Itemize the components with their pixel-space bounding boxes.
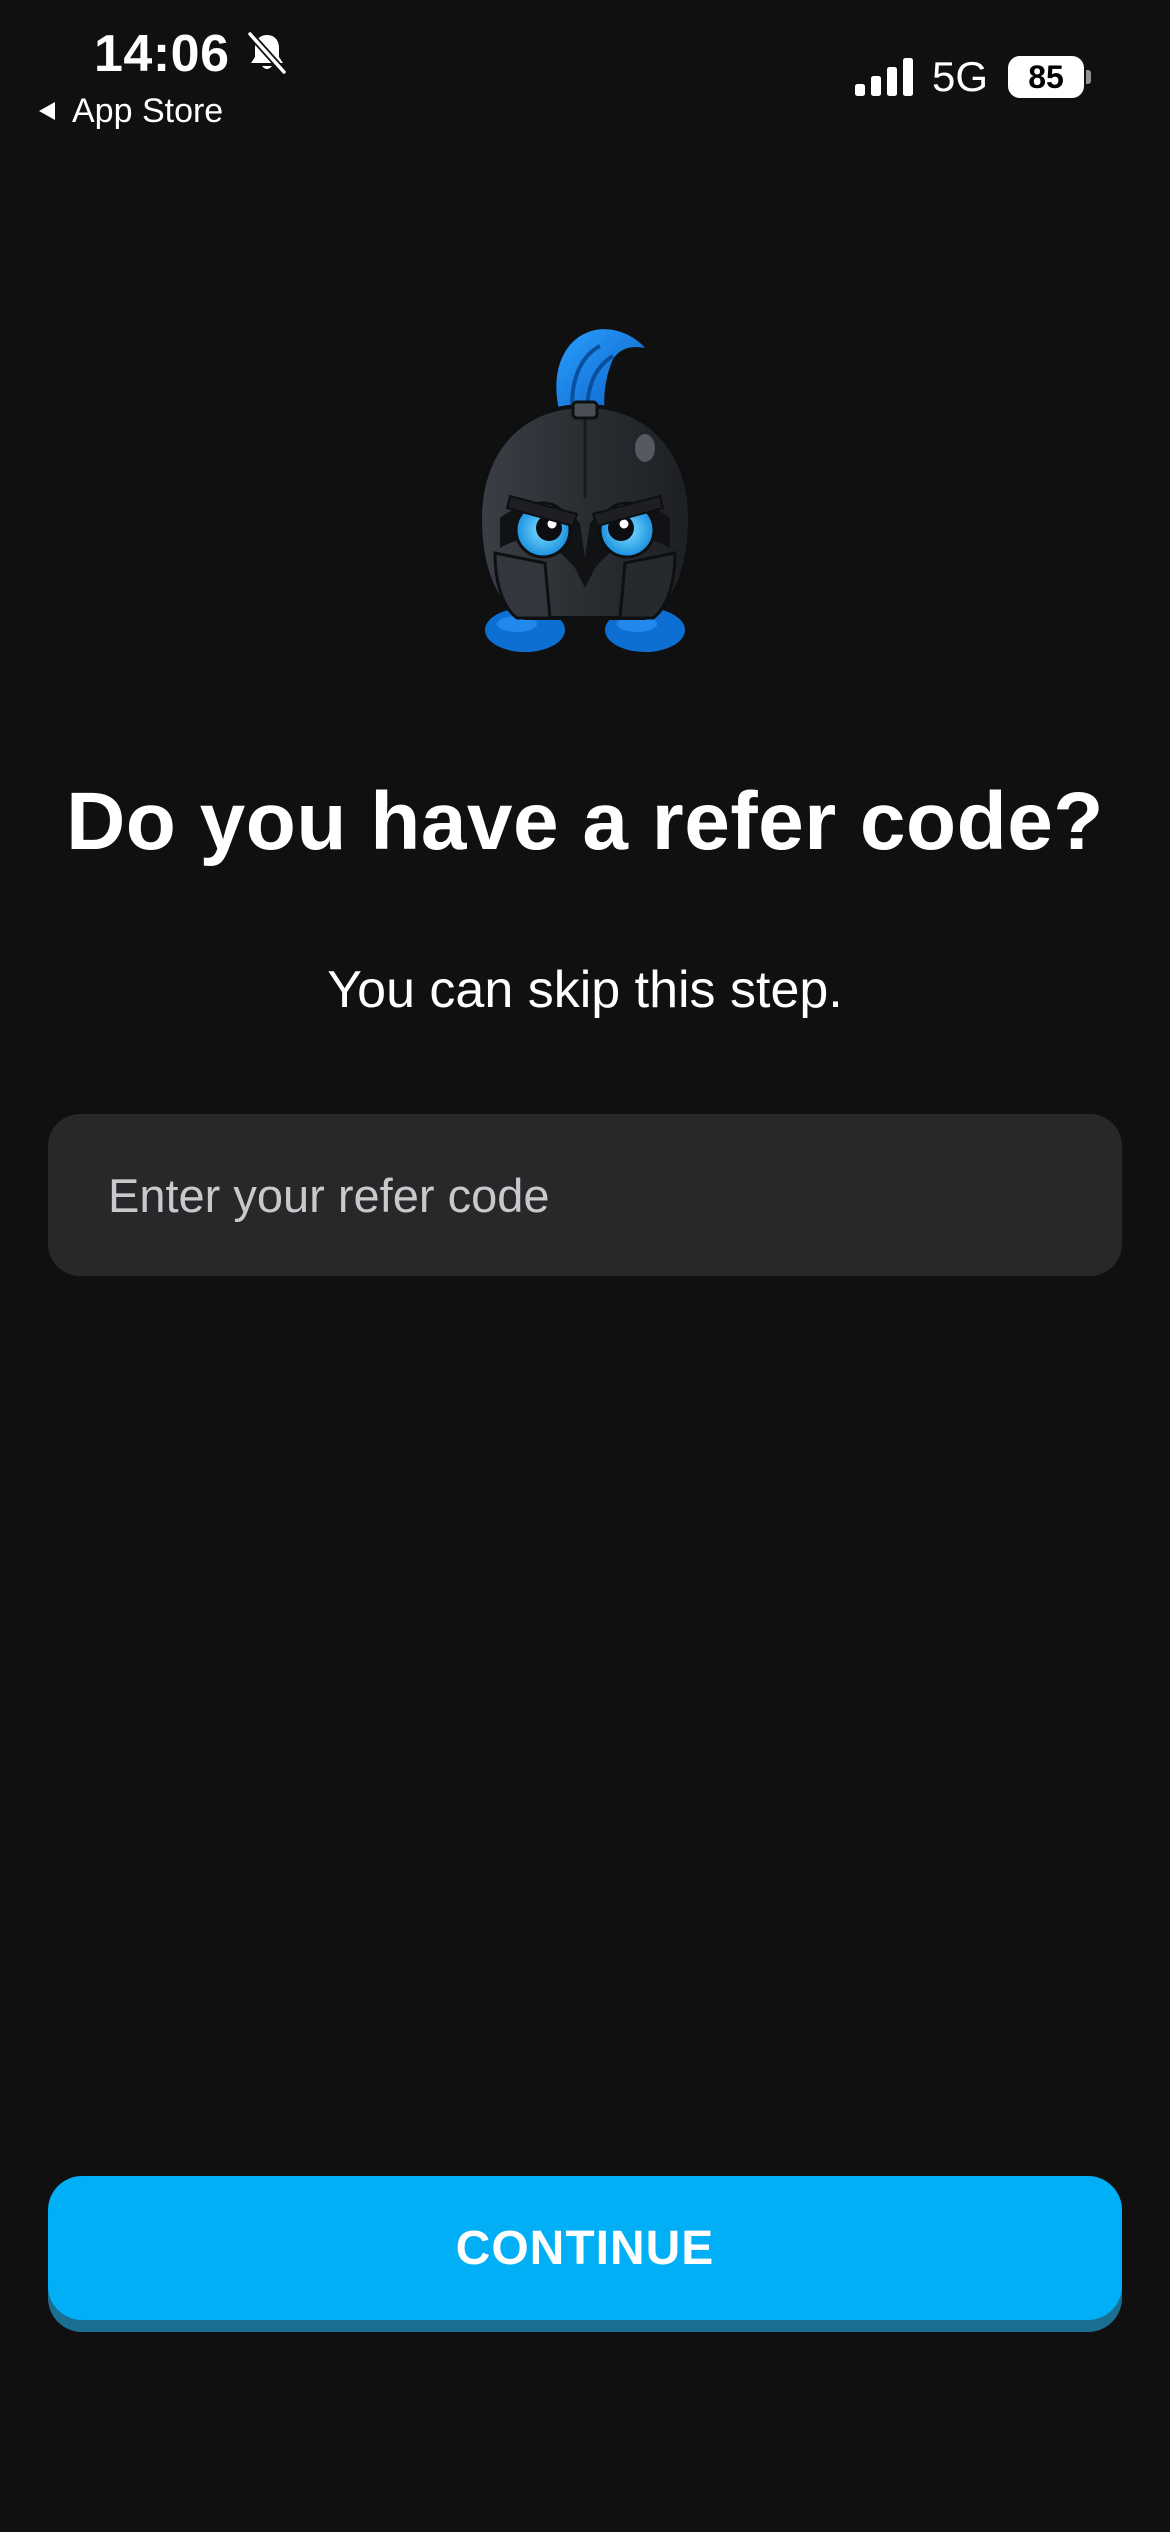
status-bar: 14:06 App Store 5G 85: [0, 0, 1170, 140]
page-title: Do you have a refer code?: [66, 776, 1104, 867]
bell-slash-icon: [246, 30, 288, 76]
refer-code-input[interactable]: [48, 1114, 1122, 1276]
continue-button[interactable]: CONTINUE: [48, 2176, 1122, 2320]
status-time: 14:06: [94, 25, 230, 83]
knight-helmet-mascot: [477, 329, 693, 652]
cellular-signal-icon: [855, 58, 913, 96]
battery-icon: 85: [1008, 56, 1091, 98]
back-to-app-store[interactable]: App Store: [36, 90, 223, 132]
page-subtitle: You can skip this step.: [327, 961, 843, 1019]
back-triangle-icon: [39, 102, 55, 120]
battery-level: 85: [1008, 56, 1084, 98]
back-app-label: App Store: [72, 92, 224, 130]
network-type: 5G: [932, 53, 989, 100]
battery-cap: [1086, 70, 1091, 84]
